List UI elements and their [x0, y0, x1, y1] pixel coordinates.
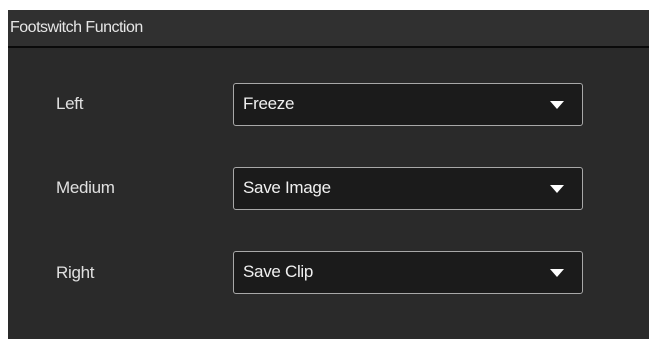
- footswitch-function-panel: Footswitch Function Left Freeze Medium S…: [8, 10, 649, 339]
- left-function-dropdown[interactable]: Freeze: [233, 83, 583, 126]
- right-function-value: Save Clip: [243, 262, 314, 281]
- left-function-value: Freeze: [243, 94, 295, 113]
- right-label: Right: [56, 263, 95, 282]
- panel-header: Footswitch Function: [8, 10, 649, 48]
- medium-function-value: Save Image: [243, 178, 331, 197]
- dropdown-arrow-icon[interactable]: [550, 269, 564, 277]
- dropdown-arrow-icon[interactable]: [550, 101, 564, 109]
- medium-function-dropdown[interactable]: Save Image: [233, 167, 583, 210]
- panel-title: Footswitch Function: [10, 19, 143, 36]
- medium-label: Medium: [56, 178, 115, 197]
- left-label: Left: [56, 94, 84, 113]
- dropdown-arrow-icon[interactable]: [550, 185, 564, 193]
- right-function-dropdown[interactable]: Save Clip: [233, 251, 583, 294]
